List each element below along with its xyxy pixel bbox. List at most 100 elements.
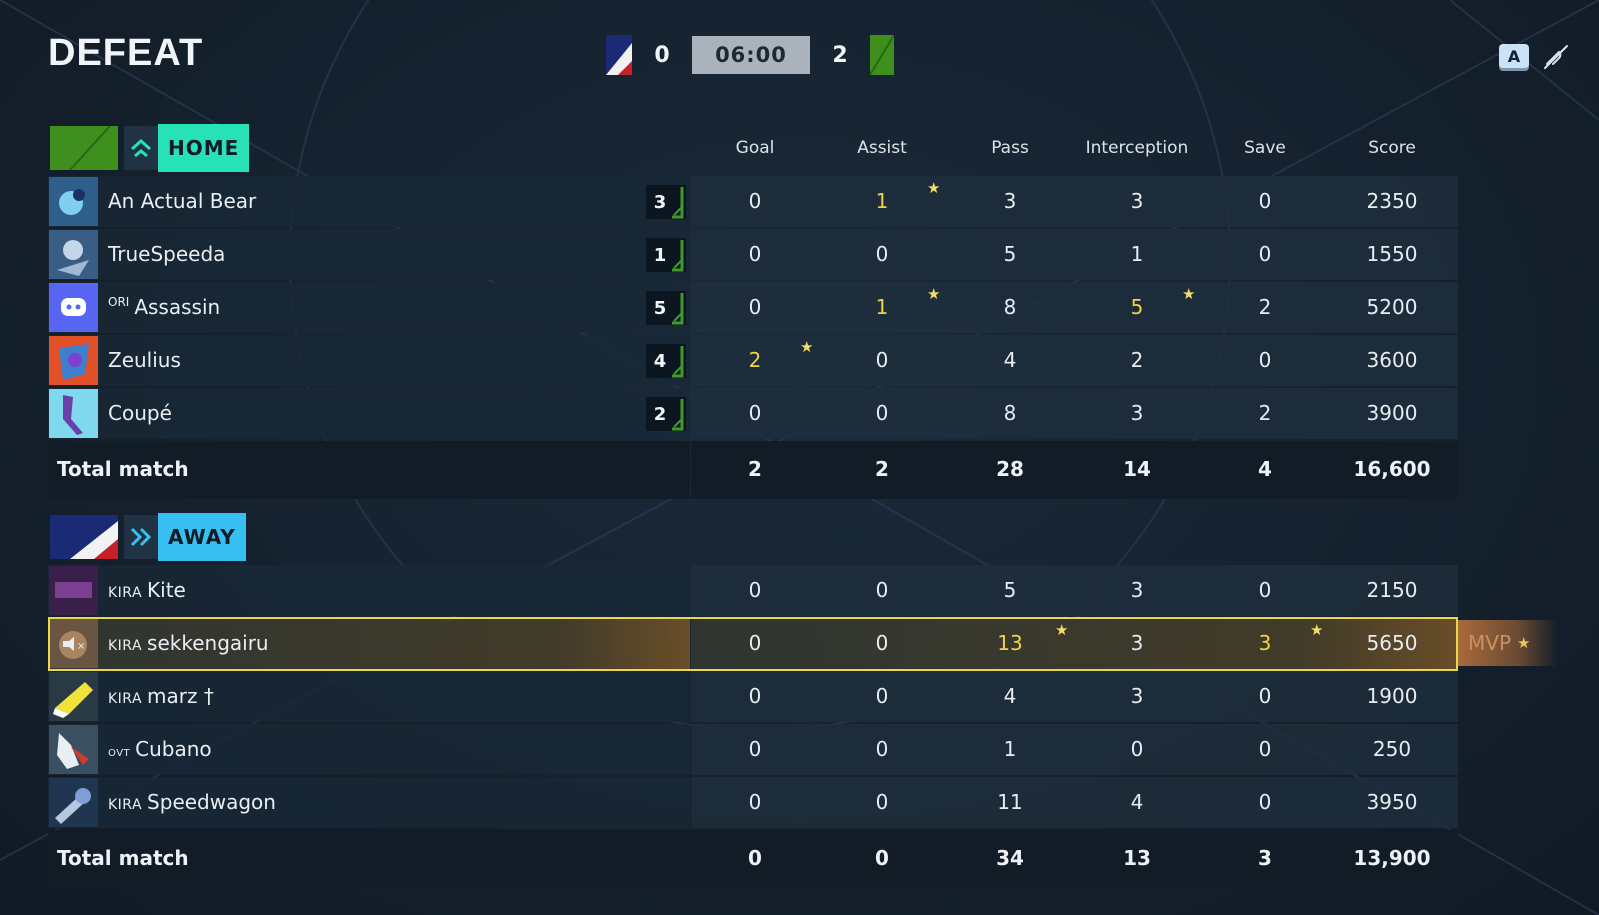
stat-interception: 3 [1130,401,1144,425]
star-icon: ★ [1055,621,1069,639]
stat-pass: 3 [1003,189,1017,213]
total-score: 13,900 [1353,846,1431,870]
stat-assist: 0 [875,401,889,425]
stat-pass: 11 [997,790,1023,814]
table-row[interactable]: KIRA Speedwagon 0 0 11 4 0 3950 [48,777,1458,830]
column-header-pass: Pass [991,138,1029,158]
stat-interception: 2 [1130,348,1144,372]
stat-pass: 5 [1003,578,1017,602]
player-name: ORI Assassin [108,295,221,319]
stat-pass: 8 [1003,295,1017,319]
player-rating: 5 [646,291,686,325]
table-row[interactable]: ORI Assassin 5 0 1 ★ 8 5 ★ 2 5200 [48,282,1458,335]
mic-muted-icon[interactable] [1541,42,1569,70]
home-player-table: An Actual Bear 3 0 1 ★ 3 3 0 2350 TrueSp… [48,176,1458,499]
stat-goal: 0 [748,737,762,761]
stat-interception: 3 [1130,578,1144,602]
total-goal: 0 [748,846,762,870]
stat-pass: 5 [1003,242,1017,266]
total-interception: 14 [1123,457,1151,481]
total-pass: 34 [996,846,1024,870]
avatar [49,778,98,827]
stat-score: 5200 [1366,295,1418,319]
stat-score: 3950 [1366,790,1418,814]
stat-assist: 0 [875,737,889,761]
column-header-goal: Goal [735,138,775,158]
star-icon: ★ [927,179,941,197]
avatar [49,230,98,279]
table-row[interactable]: Coupé 2 0 0 8 3 2 3900 [48,388,1458,441]
player-name: ovt Cubano [108,737,212,761]
stat-goal: 0 [748,401,762,425]
stat-assist: 0 [875,578,889,602]
avatar: × [49,619,98,668]
total-label: Total match [57,846,189,870]
stat-interception: 1 [1130,242,1144,266]
column-header-save: Save [1244,138,1286,158]
stat-goal: 0 [748,684,762,708]
star-icon: ★ [1310,621,1324,639]
column-header-assist: Assist [857,138,907,158]
avatar [49,566,98,615]
stat-pass: 4 [1003,348,1017,372]
stat-assist: 0 [875,790,889,814]
stat-interception: 3 [1130,684,1144,708]
match-timer: 06:00 [692,36,810,74]
stat-save: 0 [1258,242,1272,266]
home-score: 2 [832,42,848,68]
top-right-controls: A [1499,42,1569,70]
stat-pass: 1 [1003,737,1017,761]
table-row[interactable]: KIRA Kite 0 0 5 3 0 2150 [48,565,1458,618]
star-icon: ★ [1182,285,1196,303]
avatar [49,725,98,774]
stat-goal: 0 [748,295,762,319]
avatar [49,283,98,332]
table-row[interactable]: An Actual Bear 3 0 1 ★ 3 3 0 2350 [48,176,1458,229]
table-row[interactable]: KIRA marz † 0 0 4 3 0 1900 [48,671,1458,724]
star-icon: ★ [927,285,941,303]
total-save: 4 [1258,457,1272,481]
stat-score: 3900 [1366,401,1418,425]
player-name: Coupé [108,401,172,425]
stat-save: 0 [1258,737,1272,761]
stat-goal: 0 [748,631,762,655]
table-row[interactable]: TrueSpeeda 1 0 0 5 1 0 1550 [48,229,1458,282]
stat-pass: 4 [1003,684,1017,708]
total-label: Total match [57,457,189,481]
table-row[interactable]: × KIRA sekkengairu 0 0 13 ★ 3 3 ★ 5650 MV… [48,617,1558,671]
away-score: 0 [654,42,670,68]
stat-save: 0 [1258,189,1272,213]
avatar [49,389,98,438]
stat-goal: 0 [748,189,762,213]
stat-assist: 0 [875,348,889,372]
total-goal: 2 [748,457,762,481]
away-flag-icon [606,35,632,75]
svg-text:×: × [77,641,85,652]
stat-save: 0 [1258,348,1272,372]
table-row[interactable]: ovt Cubano 0 0 1 0 0 250 [48,724,1458,777]
player-name: KIRA sekkengairu [108,631,269,655]
stat-goal: 0 [748,242,762,266]
scoreboard: 0 06:00 2 [606,35,894,75]
double-chevron-right-icon [124,515,158,559]
player-rating: 2 [646,397,686,431]
stat-interception: 3 [1130,189,1144,213]
away-total-row: Total match 0 0 34 13 3 13,900 [48,830,1458,888]
stat-goal: 0 [748,578,762,602]
home-total-row: Total match 2 2 28 14 4 16,600 [48,441,1458,499]
total-save: 3 [1258,846,1272,870]
away-team-header: AWAY [50,513,246,561]
stat-pass: 8 [1003,401,1017,425]
player-name: TrueSpeeda [108,242,226,266]
player-name: KIRA Speedwagon [108,790,276,814]
stat-interception: 4 [1130,790,1144,814]
key-a-button[interactable]: A [1499,44,1529,68]
stat-score: 2150 [1366,578,1418,602]
star-icon: ★ [800,338,814,356]
total-assist: 2 [875,457,889,481]
table-row[interactable]: Zeulius 4 2 ★ 0 4 2 0 3600 [48,335,1458,388]
avatar [49,336,98,385]
stat-save: 2 [1258,295,1272,319]
stat-goal: 0 [748,790,762,814]
total-pass: 28 [996,457,1024,481]
